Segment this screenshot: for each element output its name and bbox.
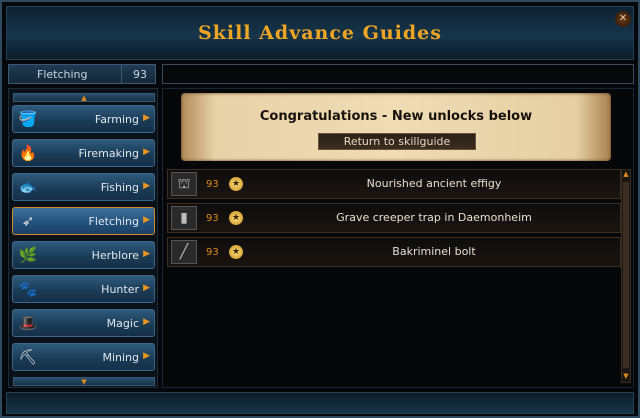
unlock-name: Nourished ancient effigy	[366, 177, 502, 190]
unlock-level: 93	[206, 247, 219, 258]
arrow-icon: ➶	[21, 212, 35, 230]
sidebar-item-label: Mining	[102, 351, 139, 364]
unlock-level: 93	[206, 179, 219, 190]
sidebar-scroll-down-button[interactable]: ▼	[13, 377, 155, 386]
sidebar-item-label: Fletching	[88, 215, 140, 228]
unlock-name: Grave creeper trap in Daemonheim	[336, 211, 532, 224]
member-star-icon: ★	[229, 245, 243, 259]
unlock-level: 93	[206, 213, 219, 224]
chevron-right-icon: ▶	[143, 147, 150, 157]
sidebar-item-label: Fishing	[100, 181, 139, 194]
scroll-up-icon[interactable]: ▲	[622, 170, 630, 180]
sidebar-item-farming[interactable]: 🪣 Farming ▶	[12, 105, 155, 133]
sidebar-item-label: Magic	[106, 317, 139, 330]
sidebar-item-mining[interactable]: ⛏ Mining ▶	[12, 343, 155, 371]
return-to-skillguide-button[interactable]: Return to skillguide	[318, 133, 476, 150]
header-panel	[162, 64, 634, 84]
effigy-icon: ⛫	[171, 172, 197, 196]
bolt-icon: ╱	[171, 240, 197, 264]
chevron-right-icon: ▶	[143, 113, 150, 123]
sidebar-item-label: Hunter	[101, 283, 139, 296]
close-icon[interactable]: ✕	[615, 11, 631, 27]
list-item[interactable]: ⛫ 93 ★ Nourished ancient effigy	[167, 169, 621, 199]
congratulations-banner: Congratulations - New unlocks below Retu…	[181, 93, 611, 161]
sidebar-item-label: Farming	[94, 113, 139, 126]
chevron-right-icon: ▶	[143, 181, 150, 191]
pickaxe-icon: ⛏	[18, 348, 38, 366]
sidebar-item-herblore[interactable]: 🌿 Herblore ▶	[12, 241, 155, 269]
fish-icon: 🐟	[18, 178, 38, 196]
sidebar-item-label: Herblore	[91, 249, 139, 262]
title-bar: Skill Advance Guides ✕	[6, 6, 634, 60]
unlocks-scrollbar[interactable]: ▲ ▼	[621, 169, 631, 383]
wizard-hat-icon: 🎩	[18, 314, 38, 332]
chevron-right-icon: ▶	[143, 351, 150, 361]
skill-level: 93	[133, 68, 147, 81]
skill-sidebar: ▲ 🪣 Farming ▶ 🔥 Firemaking ▶ 🐟 Fishing ▶…	[8, 88, 158, 388]
herb-icon: 🌿	[18, 246, 38, 264]
divider	[121, 65, 122, 83]
unlocks-panel: Congratulations - New unlocks below Retu…	[162, 88, 634, 388]
trap-icon: ▮	[171, 206, 197, 230]
chevron-right-icon: ▶	[143, 283, 150, 293]
member-star-icon: ★	[229, 177, 243, 191]
skill-guides-window: Skill Advance Guides ✕ Fletching 93 ▲ 🪣 …	[0, 0, 640, 418]
unlock-name: Bakriminel bolt	[392, 245, 476, 258]
paw-icon: 🐾	[18, 280, 38, 298]
chevron-right-icon: ▶	[143, 215, 150, 225]
sidebar-item-magic[interactable]: 🎩 Magic ▶	[12, 309, 155, 337]
skill-name: Fletching	[37, 68, 88, 81]
chevron-right-icon: ▶	[143, 317, 150, 327]
window-footer	[6, 392, 634, 414]
sidebar-item-fishing[interactable]: 🐟 Fishing ▶	[12, 173, 155, 201]
sidebar-item-hunter[interactable]: 🐾 Hunter ▶	[12, 275, 155, 303]
list-item[interactable]: ╱ 93 ★ Bakriminel bolt	[167, 237, 621, 267]
fire-icon: 🔥	[18, 144, 38, 162]
sidebar-item-firemaking[interactable]: 🔥 Firemaking ▶	[12, 139, 155, 167]
sidebar-scroll-up-button[interactable]: ▲	[13, 93, 155, 102]
chevron-right-icon: ▶	[143, 249, 150, 259]
current-skill-header: Fletching 93	[8, 64, 156, 84]
window-title: Skill Advance Guides	[198, 22, 442, 44]
sidebar-item-label: Firemaking	[78, 147, 139, 160]
watering-can-icon: 🪣	[18, 110, 38, 128]
member-star-icon: ★	[229, 211, 243, 225]
scroll-down-icon[interactable]: ▼	[622, 372, 630, 382]
scroll-thumb[interactable]	[623, 182, 629, 368]
list-item[interactable]: ▮ 93 ★ Grave creeper trap in Daemonheim	[167, 203, 621, 233]
banner-title: Congratulations - New unlocks below	[259, 109, 533, 124]
sidebar-item-fletching[interactable]: ➶ Fletching ▶	[12, 207, 155, 235]
